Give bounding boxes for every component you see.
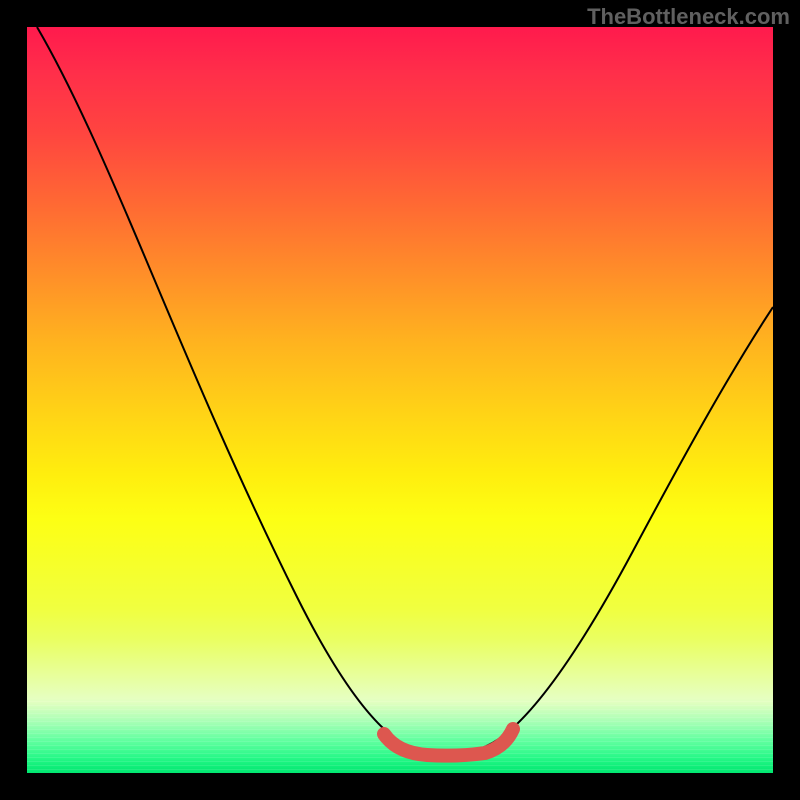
optimal-region-marker [384, 729, 513, 756]
watermark-text: TheBottleneck.com [587, 4, 790, 30]
bottleneck-curve [37, 27, 773, 755]
chart-plot [27, 27, 773, 773]
chart-svg [27, 27, 773, 773]
